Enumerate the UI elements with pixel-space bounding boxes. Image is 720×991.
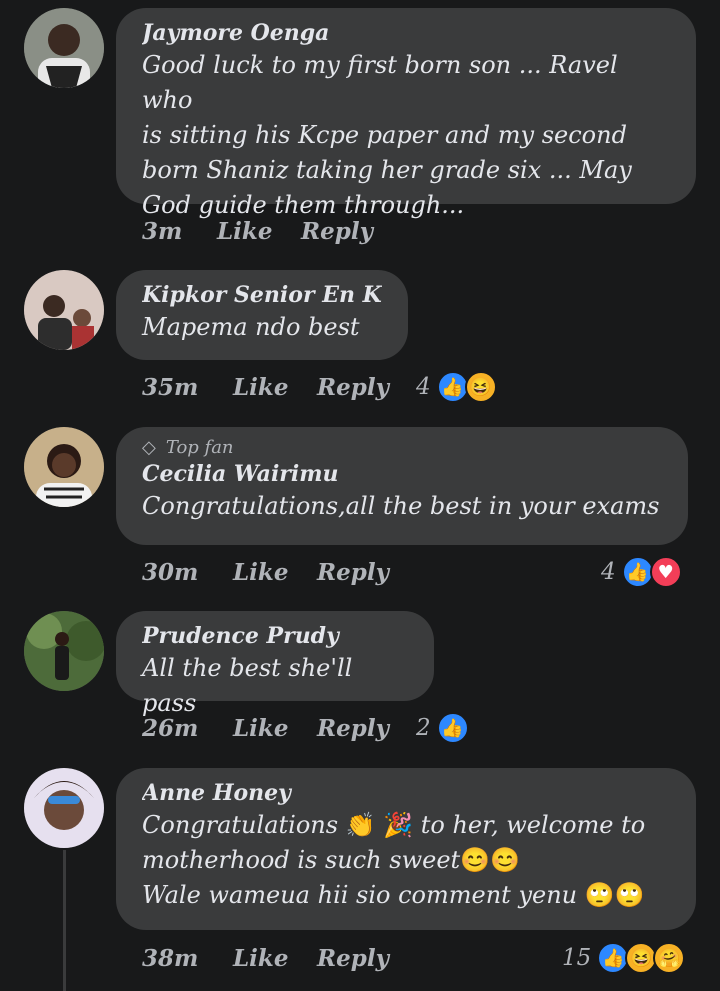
avatar[interactable] <box>24 768 104 848</box>
comment-timestamp[interactable]: 35m <box>142 374 233 401</box>
comment-author[interactable]: Prudence Prudy <box>142 621 408 651</box>
comment-timestamp[interactable]: 38m <box>142 945 233 972</box>
comment-text: Mapema ndo best <box>142 313 360 341</box>
reaction-count: 2 <box>416 715 431 741</box>
comment-text-line: Congratulations 👏 🎉 to her, welcome to <box>142 808 670 843</box>
like-button[interactable]: Like <box>233 374 317 401</box>
reaction-summary[interactable]: 15 👍 😆 🤗 <box>562 938 686 978</box>
reaction-summary[interactable]: 4 👍 ♥ <box>601 552 682 592</box>
comment-bubble: Jaymore Oenga Good luck to my first born… <box>116 8 696 219</box>
comment-timestamp[interactable]: 30m <box>142 559 233 586</box>
text-fragment: Wale wameua hii sio comment yenu <box>142 881 578 909</box>
comment-text-line: is sitting his Kcpe paper and my second <box>142 121 627 149</box>
like-button[interactable]: Like <box>233 559 317 586</box>
comment-author[interactable]: Kipkor Senior En Kibibi <box>142 280 382 310</box>
reaction-summary[interactable]: 2 👍 <box>416 708 469 748</box>
comment-actions: 3m Like Reply <box>142 211 401 251</box>
comment-bubble: Kipkor Senior En Kibibi Mapema ndo best <box>116 270 408 360</box>
comment-actions: 30m Like Reply <box>142 552 417 592</box>
comment-text-line: Wale wameua hii sio comment yenu 🙄🙄 <box>142 878 670 913</box>
reply-button[interactable]: Reply <box>301 218 401 245</box>
eye-roll-icon: 🙄🙄 <box>584 881 645 909</box>
reaction-count: 4 <box>416 374 431 400</box>
comment-bubble: Anne Honey Congratulations 👏 🎉 to her, w… <box>116 768 696 930</box>
like-icon: 👍 <box>436 371 469 403</box>
diamond-icon: ◇ <box>142 437 156 458</box>
haha-icon: 😆 <box>464 371 497 403</box>
reaction-count: 15 <box>562 945 592 971</box>
text-fragment: Congratulations <box>142 811 339 839</box>
comment-text: Congratulations,all the best in your exa… <box>142 492 660 520</box>
avatar[interactable] <box>24 611 104 691</box>
reply-button[interactable]: Reply <box>317 715 417 742</box>
reaction-count: 4 <box>601 559 616 585</box>
avatar[interactable] <box>24 427 104 507</box>
like-icon: 👍 <box>436 712 469 744</box>
badge-label: Top fan <box>165 437 234 458</box>
like-button[interactable]: Like <box>233 715 317 742</box>
comment-bubble: Prudence Prudy All the best she'll pass <box>116 611 434 717</box>
comments-feed: Jaymore Oenga Good luck to my first born… <box>0 0 720 991</box>
party-popper-icon: 🎉 <box>383 811 414 839</box>
reaction-summary[interactable]: 4 👍 😆 <box>416 367 497 407</box>
like-button[interactable]: Like <box>233 945 317 972</box>
love-icon: ♥ <box>649 556 682 588</box>
reply-thread-line <box>63 850 66 991</box>
comment-timestamp[interactable]: 3m <box>142 218 217 245</box>
avatar[interactable] <box>24 270 104 350</box>
like-icon: 👍 <box>621 556 654 588</box>
comment-actions: 35m Like Reply <box>142 367 417 407</box>
comment-author[interactable]: Cecilia Wairimu <box>142 459 662 489</box>
comment-actions: 26m Like Reply <box>142 708 417 748</box>
smile-icon: 😊😊 <box>460 846 520 874</box>
comment-text: Congratulations 👏 🎉 to her, welcome to m… <box>142 808 670 913</box>
comment-bubble: ◇ Top fan Cecilia Wairimu Congratulation… <box>116 427 688 545</box>
comment-text: Good luck to my first born son ... Ravel… <box>142 48 670 223</box>
comment-actions: 38m Like Reply <box>142 938 417 978</box>
care-icon: 🤗 <box>653 942 686 974</box>
comment-author[interactable]: Anne Honey <box>142 778 670 808</box>
comment-text-line: Good luck to my first born son ... Ravel… <box>142 51 618 114</box>
comment-text-line: born Shaniz taking her grade six ... May <box>142 156 632 184</box>
avatar[interactable] <box>24 8 104 88</box>
reply-button[interactable]: Reply <box>317 374 417 401</box>
comment-timestamp[interactable]: 26m <box>142 715 233 742</box>
clap-icon: 👏 <box>345 811 376 839</box>
reply-button[interactable]: Reply <box>317 945 417 972</box>
like-button[interactable]: Like <box>217 218 301 245</box>
text-fragment: motherhood is such sweet <box>142 846 461 874</box>
comment-author[interactable]: Jaymore Oenga <box>142 18 670 48</box>
reply-button[interactable]: Reply <box>317 559 417 586</box>
text-fragment: to her, welcome to <box>420 811 646 839</box>
comment-text-line: motherhood is such sweet😊😊 <box>142 843 670 878</box>
top-fan-badge: ◇ Top fan <box>142 437 662 459</box>
